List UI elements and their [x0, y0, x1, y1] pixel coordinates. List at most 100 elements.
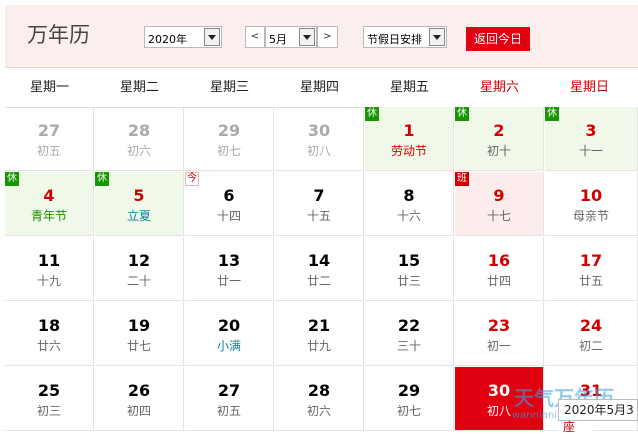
- weekday-label: 星期五: [389, 80, 429, 95]
- day-number: 2: [493, 121, 505, 140]
- day-cell[interactable]: 29 初七: [365, 367, 454, 431]
- day-number: 10: [579, 186, 603, 205]
- day-cell[interactable]: 休 2 初十: [455, 107, 544, 171]
- day-number: 27: [37, 121, 61, 140]
- return-today-button[interactable]: 返回今日: [466, 27, 530, 51]
- day-cell[interactable]: 28 初六: [275, 367, 364, 431]
- day-cell[interactable]: 29 初七: [185, 107, 274, 171]
- chevron-down-icon[interactable]: [204, 28, 220, 46]
- lunar-date: 十五: [306, 209, 331, 223]
- day-cell[interactable]: 26 初四: [95, 367, 184, 431]
- calendar-header: 万年历 2020年 < 5月 > 节假日安排: [5, 5, 638, 68]
- day-number: 13: [217, 251, 241, 270]
- lunar-date: 三十: [396, 339, 421, 353]
- day-number: 20: [217, 316, 241, 335]
- day-number: 24: [579, 316, 603, 335]
- month-select[interactable]: 5月: [265, 26, 317, 48]
- lunar-date: 十九: [36, 274, 61, 288]
- weekday-label: 星期日: [569, 80, 609, 95]
- weekday-label: 星期六: [479, 80, 519, 95]
- day-cell[interactable]: 12 二十: [95, 237, 184, 301]
- day-cell[interactable]: 班 9 十七: [455, 172, 544, 236]
- lunar-date: 廿三: [396, 274, 421, 288]
- lunar-date: 廿九: [306, 339, 331, 353]
- day-cell[interactable]: 13 廿一: [185, 237, 274, 301]
- day-number: 29: [217, 121, 241, 140]
- holiday-select[interactable]: 节假日安排: [363, 26, 447, 48]
- rest-badge: 休: [365, 107, 379, 121]
- rest-badge: 休: [545, 107, 559, 121]
- day-cell[interactable]: 8 十六: [365, 172, 454, 236]
- day-number: 5: [133, 186, 145, 205]
- day-cell[interactable]: 10 母亲节: [545, 172, 638, 236]
- day-cell[interactable]: 30 初八: [275, 107, 364, 171]
- holiday-select-value: 节假日安排: [367, 33, 422, 46]
- day-cell[interactable]: 27 初五: [5, 107, 94, 171]
- lunar-date: 初七: [216, 144, 241, 158]
- lunar-date: 廿七: [126, 339, 151, 353]
- day-cell[interactable]: 28 初六: [95, 107, 184, 171]
- year-select[interactable]: 2020年: [144, 26, 222, 48]
- day-number: 29: [397, 381, 421, 400]
- day-number: 28: [127, 121, 151, 140]
- weekday-label: 星期三: [209, 80, 249, 95]
- day-cell[interactable]: 23 初一: [455, 302, 544, 366]
- day-cell[interactable]: 22 三十: [365, 302, 454, 366]
- day-number: 3: [585, 121, 597, 140]
- day-number: 12: [127, 251, 151, 270]
- day-number: 15: [397, 251, 421, 270]
- lunar-date: 初五: [216, 404, 241, 418]
- lunar-date: 初十: [486, 144, 511, 158]
- day-number: 16: [487, 251, 511, 270]
- workday-badge: 班: [455, 172, 469, 186]
- day-cell[interactable]: 休 1 劳动节: [365, 107, 454, 171]
- day-cell[interactable]: 18 廿六: [5, 302, 94, 366]
- day-cell[interactable]: 16 廿四: [455, 237, 544, 301]
- weekday-label: 星期一: [29, 80, 69, 95]
- day-cell[interactable]: 15 廿三: [365, 237, 454, 301]
- day-number: 30: [307, 121, 331, 140]
- lunar-date: 劳动节: [390, 144, 427, 158]
- lunar-date: 十四: [216, 209, 241, 223]
- day-cell[interactable]: 25 初三: [5, 367, 94, 431]
- rest-badge: 休: [95, 172, 109, 186]
- day-number: 26: [127, 381, 151, 400]
- chevron-down-icon[interactable]: [299, 28, 315, 46]
- day-number: 21: [307, 316, 331, 335]
- day-number: 18: [37, 316, 61, 335]
- lunar-date: 初七: [396, 404, 421, 418]
- lunar-date: 十七: [486, 209, 511, 223]
- chevron-down-icon[interactable]: [429, 28, 445, 46]
- day-number: 9: [493, 186, 505, 205]
- weekday-header: 星期一 星期二 星期三 星期四 星期五 星期六 星期日: [5, 68, 638, 108]
- day-number: 17: [579, 251, 603, 270]
- day-cell[interactable]: 今 6 十四: [185, 172, 274, 236]
- day-cell[interactable]: 19 廿七: [95, 302, 184, 366]
- lunar-date: 初五: [36, 144, 61, 158]
- next-month-button[interactable]: >: [317, 26, 338, 48]
- app-title: 万年历: [27, 23, 90, 47]
- lunar-date: 廿四: [486, 274, 511, 288]
- lunar-date: 初六: [126, 144, 151, 158]
- day-number: 7: [313, 186, 325, 205]
- rest-badge: 休: [5, 172, 19, 186]
- day-cell[interactable]: 27 初五: [185, 367, 274, 431]
- prev-month-button[interactable]: <: [245, 26, 265, 48]
- lunar-date: 初三: [36, 404, 61, 418]
- day-cell[interactable]: 休 5 立夏: [95, 172, 184, 236]
- day-cell[interactable]: 24 初二: [545, 302, 638, 366]
- day-cell[interactable]: 20 小满: [185, 302, 274, 366]
- day-cell[interactable]: 休 3 十一: [545, 107, 638, 171]
- lunar-date: 廿五: [578, 274, 603, 288]
- day-cell[interactable]: 11 十九: [5, 237, 94, 301]
- day-cell[interactable]: 21 廿九: [275, 302, 364, 366]
- day-number: 25: [37, 381, 61, 400]
- day-cell[interactable]: 休 4 青年节: [5, 172, 94, 236]
- day-number: 4: [43, 186, 55, 205]
- lunar-date: 廿一: [216, 274, 241, 288]
- day-cell[interactable]: 17 廿五: [545, 237, 638, 301]
- day-cell[interactable]: 14 廿二: [275, 237, 364, 301]
- day-number: 8: [403, 186, 415, 205]
- day-cell[interactable]: 7 十五: [275, 172, 364, 236]
- day-number: 22: [397, 316, 421, 335]
